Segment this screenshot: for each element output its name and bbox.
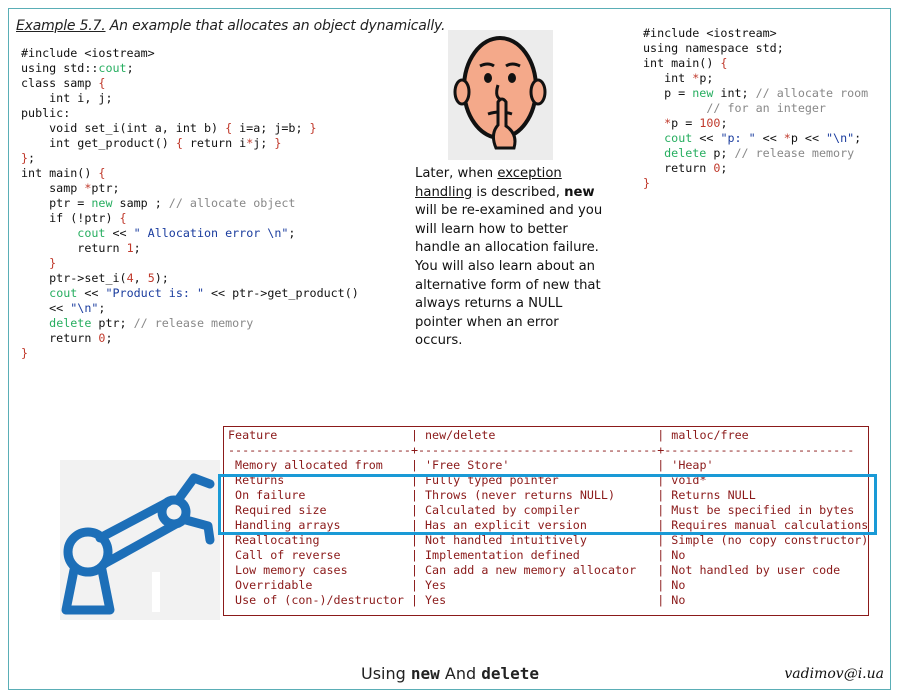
left-code-line: using std::cout; <box>21 61 134 75</box>
left-code-line: }; <box>21 151 36 165</box>
robot-arm-icon <box>60 460 220 620</box>
title-keyword-new: new <box>410 664 440 683</box>
note-text-3: will be re-examined and you will learn h… <box>415 203 603 349</box>
table-row: Low memory cases | Can add a new memory … <box>228 563 841 577</box>
highlight-box <box>218 474 877 535</box>
example-number: Example 5.7. <box>16 18 106 34</box>
left-code-line: ptr = new samp ; // allocate object <box>21 196 296 210</box>
right-code-line: delete p; // release memory <box>664 146 855 160</box>
table-separator: --------------------------+-------------… <box>228 443 855 457</box>
left-code-line: int get_product() { return i*j; } <box>21 136 282 150</box>
left-code-line: cout << "Product is: " << ptr->get_produ… <box>49 286 359 300</box>
example-caption: Example 5.7. An example that allocates a… <box>16 18 446 34</box>
note-text-1: Later, when <box>415 166 498 181</box>
left-code-line: << "\n"; <box>21 301 106 315</box>
explanation-note: Later, when exception handling is descri… <box>415 165 610 351</box>
right-code-line: int *p; <box>643 71 714 85</box>
example-description: An example that allocates an object dyna… <box>105 18 446 34</box>
thinking-face-icon <box>453 36 547 150</box>
left-code-line: ptr->set_i(4, 5); <box>21 271 169 285</box>
robot-arm-illustration <box>60 460 220 620</box>
left-code-line: } <box>21 346 29 360</box>
right-code-line: using namespace std; <box>643 41 784 55</box>
right-code-line: cout << "p: " << *p << "\n"; <box>664 131 862 145</box>
table-row: Reallocating | Not handled intuitively |… <box>228 533 869 547</box>
right-code-line: *p = 100; <box>664 116 728 130</box>
title-text-and: And <box>439 664 482 683</box>
left-code-line: void set_i(int a, int b) { i=a; j=b; } <box>21 121 317 135</box>
left-code-line: delete ptr; // release memory <box>49 316 254 330</box>
table-row: Call of reverse | Implementation defined… <box>228 548 686 562</box>
left-code-line: class samp { <box>21 76 106 90</box>
left-code-line: public: <box>21 106 71 120</box>
right-code-line: // for an integer <box>706 101 826 115</box>
right-code-line: #include <iostream> <box>643 26 777 40</box>
thinking-face-illustration <box>448 30 553 160</box>
table-row: Memory allocated from | 'Free Store' | '… <box>228 458 714 472</box>
slide-title: Using new And delete <box>0 664 900 683</box>
table-header: Feature | new/delete | malloc/free <box>228 428 749 442</box>
left-code-line: cout << " Allocation error \n"; <box>77 226 296 240</box>
left-code-line: return 1; <box>21 241 141 255</box>
left-code-line: } <box>49 256 57 270</box>
left-code-line: if (!ptr) { <box>21 211 127 225</box>
table-row: Use of (con-)/destructor | Yes | No <box>228 593 686 607</box>
note-text-2: is described, <box>472 184 565 200</box>
left-code-line: samp *ptr; <box>21 181 120 195</box>
left-code-listing: #include <iostream> using std::cout; cla… <box>21 46 359 361</box>
author-email: vadimov@i.ua <box>784 666 884 682</box>
title-text-using: Using <box>361 664 411 683</box>
left-code-line: int main() { <box>21 166 106 180</box>
title-keyword-delete: delete <box>481 664 539 683</box>
right-code-line: return 0; <box>643 161 728 175</box>
table-row: Overridable | Yes | No <box>228 578 686 592</box>
note-new-keyword: new <box>564 184 595 200</box>
left-code-line: int i, j; <box>21 91 113 105</box>
right-code-line: } <box>643 176 651 190</box>
right-code-line: int main() { <box>643 56 728 70</box>
right-code-line: p = new int; // allocate room <box>643 86 869 100</box>
right-code-listing: #include <iostream> using namespace std;… <box>643 26 868 191</box>
left-code-line: #include <iostream> <box>21 46 155 60</box>
left-code-line: return 0; <box>21 331 113 345</box>
